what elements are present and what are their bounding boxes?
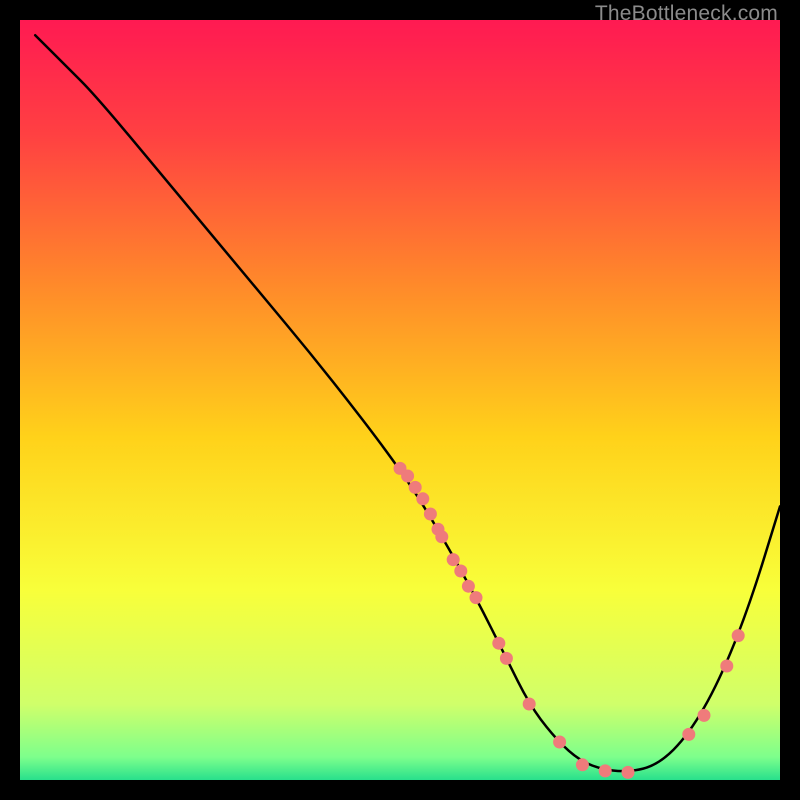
data-point: [401, 470, 414, 483]
data-point: [523, 698, 536, 711]
data-point: [492, 637, 505, 650]
data-point: [599, 764, 612, 777]
data-point: [576, 758, 589, 771]
data-point: [416, 492, 429, 505]
gradient-background: [20, 20, 780, 780]
data-point: [553, 736, 566, 749]
data-point: [500, 652, 513, 665]
chart-frame: [20, 20, 780, 780]
data-point: [682, 728, 695, 741]
data-point: [720, 660, 733, 673]
data-point: [470, 591, 483, 604]
watermark-text: TheBottleneck.com: [595, 2, 778, 26]
data-point: [732, 629, 745, 642]
chart-canvas: [20, 20, 780, 780]
data-point: [698, 709, 711, 722]
data-point: [424, 508, 437, 521]
data-point: [447, 553, 460, 566]
data-point: [409, 481, 422, 494]
data-point: [462, 580, 475, 593]
data-point: [622, 766, 635, 779]
data-point: [435, 530, 448, 543]
data-point: [454, 565, 467, 578]
